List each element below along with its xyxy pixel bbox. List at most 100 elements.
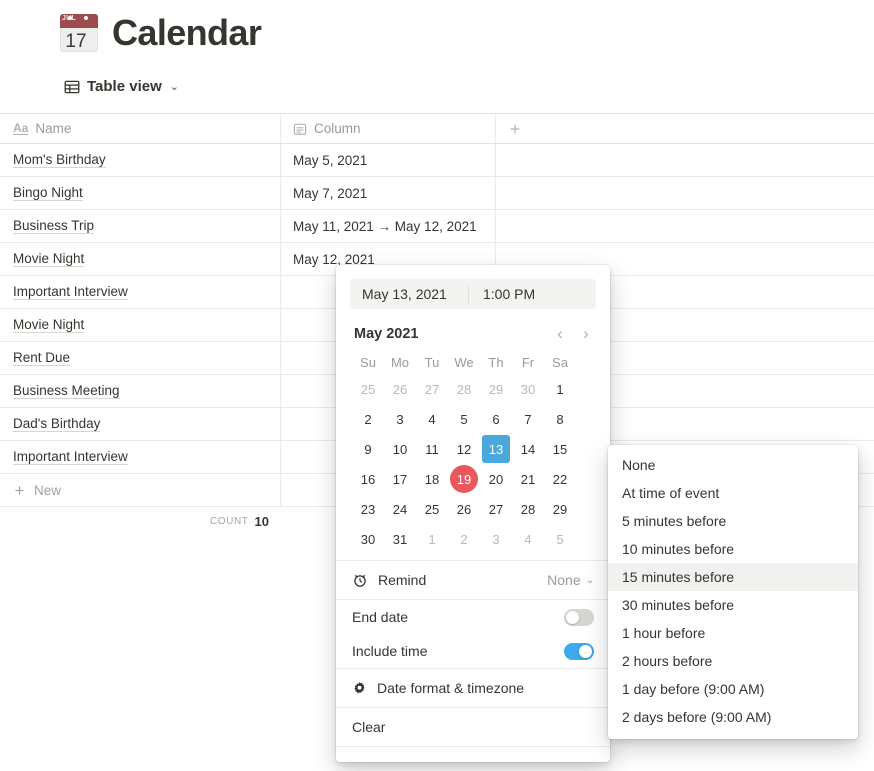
calendar-day-today[interactable]: 19 xyxy=(448,464,480,494)
next-month-button[interactable]: › xyxy=(580,325,592,342)
row-date-cell[interactable]: May 5, 2021 xyxy=(281,144,496,176)
calendar-day[interactable]: 16 xyxy=(352,464,384,494)
calendar-day[interactable]: 15 xyxy=(544,434,576,464)
row-name-cell[interactable]: Bingo Night xyxy=(0,177,281,209)
row-name-cell[interactable]: Important Interview xyxy=(0,276,281,308)
row-name-cell[interactable]: Business Trip xyxy=(0,210,281,242)
table-row[interactable]: Bingo Night May 7, 2021 xyxy=(0,177,874,210)
row-name-link[interactable]: Dad's Birthday xyxy=(13,416,101,432)
remind-row[interactable]: Remind None ⌄ xyxy=(336,561,610,599)
include-time-toggle[interactable] xyxy=(564,642,594,660)
row-name-cell[interactable]: Business Meeting xyxy=(0,375,281,407)
row-name-link[interactable]: Rent Due xyxy=(13,350,71,366)
calendar-day[interactable]: 1 xyxy=(416,524,448,554)
date-input[interactable]: May 13, 2021 xyxy=(350,279,468,309)
remind-menu-item[interactable]: 2 hours before xyxy=(608,647,858,675)
remind-menu-item[interactable]: 1 day before (9:00 AM) xyxy=(608,675,858,703)
row-name-link[interactable]: Business Meeting xyxy=(13,383,120,399)
row-name-link[interactable]: Movie Night xyxy=(13,251,85,267)
calendar-day[interactable]: 25 xyxy=(416,494,448,524)
remind-menu-item[interactable]: At time of event xyxy=(608,479,858,507)
remind-menu-item[interactable]: 10 minutes before xyxy=(608,535,858,563)
row-name-cell[interactable]: Mom's Birthday xyxy=(0,144,281,176)
row-name-cell[interactable]: Movie Night xyxy=(0,243,281,275)
prev-month-button[interactable]: ‹ xyxy=(554,325,566,342)
calendar-day[interactable]: 17 xyxy=(384,464,416,494)
remind-menu-item[interactable]: 1 hour before xyxy=(608,619,858,647)
time-input[interactable]: 1:00 PM xyxy=(469,279,596,309)
calendar-day[interactable]: 10 xyxy=(384,434,416,464)
end-date-row[interactable]: End date xyxy=(336,600,610,634)
calendar-day[interactable]: 2 xyxy=(352,404,384,434)
row-name-link[interactable]: Bingo Night xyxy=(13,185,83,201)
row-name-cell[interactable]: Rent Due xyxy=(0,342,281,374)
calendar-day[interactable]: 22 xyxy=(544,464,576,494)
row-name-cell[interactable]: Dad's Birthday xyxy=(0,408,281,440)
calendar-day[interactable]: 18 xyxy=(416,464,448,494)
calendar-day[interactable]: 31 xyxy=(384,524,416,554)
calendar-day[interactable]: 29 xyxy=(480,374,512,404)
calendar-day[interactable]: 20 xyxy=(480,464,512,494)
calendar-day[interactable]: 27 xyxy=(416,374,448,404)
calendar-week-row: 2 3 4 5 6 7 8 xyxy=(352,404,594,434)
remind-menu-item[interactable]: 30 minutes before xyxy=(608,591,858,619)
new-row-cell[interactable]: New xyxy=(0,474,281,506)
calendar-day[interactable]: 8 xyxy=(544,404,576,434)
include-time-row[interactable]: Include time xyxy=(336,634,610,668)
calendar-day[interactable]: 23 xyxy=(352,494,384,524)
calendar-day[interactable]: 11 xyxy=(416,434,448,464)
view-selector[interactable]: Table view ⌄ xyxy=(64,78,179,95)
remind-menu-item[interactable]: None xyxy=(608,451,858,479)
calendar-day[interactable]: 26 xyxy=(448,494,480,524)
remind-section: Remind None ⌄ xyxy=(336,560,610,599)
row-name-link[interactable]: Movie Night xyxy=(13,317,85,333)
row-name-link[interactable]: Important Interview xyxy=(13,449,128,465)
calendar-day[interactable]: 21 xyxy=(512,464,544,494)
calendar-day[interactable]: 5 xyxy=(448,404,480,434)
row-date-cell[interactable]: May 7, 2021 xyxy=(281,177,496,209)
calendar-day[interactable]: 5 xyxy=(544,524,576,554)
calendar-day[interactable]: 9 xyxy=(352,434,384,464)
weekday-label: Th xyxy=(488,354,504,370)
calendar-day[interactable]: 24 xyxy=(384,494,416,524)
calendar-day[interactable]: 3 xyxy=(480,524,512,554)
calendar-day[interactable]: 27 xyxy=(480,494,512,524)
end-date-toggle[interactable] xyxy=(564,608,594,626)
calendar-day[interactable]: 4 xyxy=(512,524,544,554)
calendar-day[interactable]: 26 xyxy=(384,374,416,404)
calendar-day[interactable]: 2 xyxy=(448,524,480,554)
calendar-day-label: 6 xyxy=(492,411,500,427)
row-name-cell[interactable]: Movie Night xyxy=(0,309,281,341)
remind-menu-item[interactable]: 15 minutes before xyxy=(608,563,858,591)
row-name-link[interactable]: Important Interview xyxy=(13,284,128,300)
column-header-name[interactable]: Aa Name xyxy=(0,114,281,143)
calendar-day[interactable]: 7 xyxy=(512,404,544,434)
row-name-cell[interactable]: Important Interview xyxy=(0,441,281,473)
calendar-day[interactable]: 4 xyxy=(416,404,448,434)
table-row[interactable]: Business Trip May 11, 2021 → May 12, 2021 xyxy=(0,210,874,243)
calendar-day[interactable]: 3 xyxy=(384,404,416,434)
calendar-day[interactable]: 28 xyxy=(512,494,544,524)
calendar-day[interactable]: 30 xyxy=(512,374,544,404)
remind-menu-item[interactable]: 2 days before (9:00 AM) xyxy=(608,703,858,731)
date-format-row[interactable]: Date format & timezone xyxy=(336,669,610,707)
calendar-day[interactable]: 12 xyxy=(448,434,480,464)
row-count[interactable]: COUNT 10 xyxy=(0,507,281,535)
add-column-button[interactable] xyxy=(496,114,874,143)
row-date-cell[interactable]: May 11, 2021 → May 12, 2021 xyxy=(281,210,496,242)
calendar-day[interactable]: 14 xyxy=(512,434,544,464)
row-filler-cell xyxy=(496,144,874,176)
calendar-day-selected[interactable]: 13 xyxy=(480,434,512,464)
calendar-day[interactable]: 25 xyxy=(352,374,384,404)
calendar-day[interactable]: 30 xyxy=(352,524,384,554)
calendar-day[interactable]: 6 xyxy=(480,404,512,434)
column-header-column[interactable]: Column xyxy=(281,114,496,143)
calendar-day[interactable]: 28 xyxy=(448,374,480,404)
clear-row[interactable]: Clear xyxy=(336,708,610,746)
remind-menu-item[interactable]: 5 minutes before xyxy=(608,507,858,535)
row-name-link[interactable]: Mom's Birthday xyxy=(13,152,106,168)
calendar-day[interactable]: 1 xyxy=(544,374,576,404)
calendar-day[interactable]: 29 xyxy=(544,494,576,524)
row-name-link[interactable]: Business Trip xyxy=(13,218,95,234)
table-row[interactable]: Mom's Birthday May 5, 2021 xyxy=(0,144,874,177)
